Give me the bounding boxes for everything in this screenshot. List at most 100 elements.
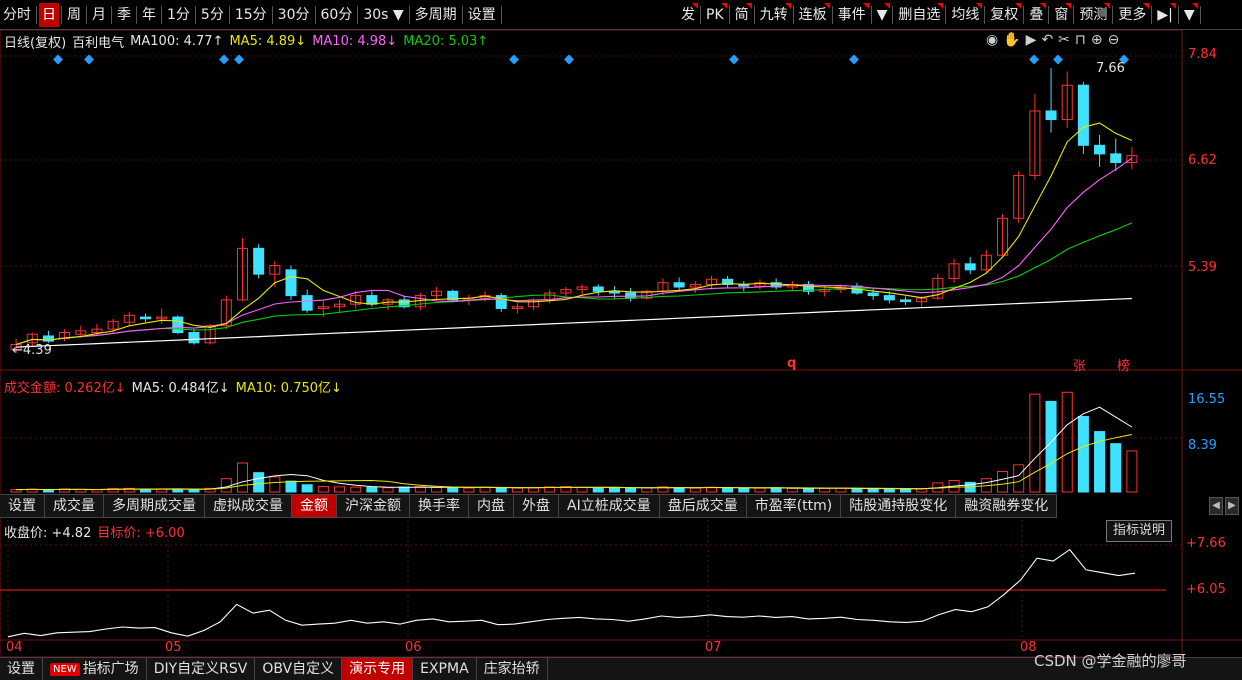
separator [1023, 6, 1025, 24]
tool-button[interactable]: 事件 [835, 3, 869, 27]
period-tab[interactable]: 周 [64, 3, 84, 27]
period-tab[interactable]: 设置 [465, 3, 499, 27]
indicator-tab[interactable]: 市盈率(ttm) [747, 495, 842, 517]
bottom-tab[interactable]: OBV自定义 [255, 658, 343, 680]
bottom-tab[interactable]: DIY自定义RSV [147, 658, 256, 680]
indicator-tab[interactable]: 内盘 [469, 495, 514, 517]
indicator-tab[interactable]: 外盘 [514, 495, 559, 517]
volume-bar [1126, 450, 1138, 493]
period-tab[interactable]: 30s ▼ [360, 3, 406, 27]
separator [408, 5, 410, 24]
tool-button[interactable]: 复权 [987, 3, 1022, 27]
separator [86, 5, 87, 24]
candle-body [673, 282, 685, 288]
volume-bar [382, 487, 394, 493]
bottom-tab[interactable]: 庄家抬轿 [477, 658, 548, 680]
separator [753, 6, 755, 24]
volume-bar [317, 486, 329, 493]
tool-button[interactable]: 更多 [1115, 3, 1150, 27]
indicator-tab[interactable]: AI立桩成交量 [559, 495, 660, 517]
candle-body [253, 247, 265, 275]
separator [314, 5, 316, 24]
bottom-tab-label: 指标广场 [82, 661, 139, 677]
candle-body [867, 292, 879, 297]
tool-button[interactable]: ▼ [1181, 3, 1198, 27]
bottom-tab[interactable]: NEW 指标广场 [43, 658, 147, 680]
period-tab[interactable]: 月 [89, 3, 109, 27]
period-tab[interactable]: 60分 [318, 3, 356, 27]
tool-buttons: 发 PK 简九转 连板 事件 ▼ 删自选 均线 复权叠窗预测 更多 ▶| ▼ [678, 3, 1203, 27]
separator [700, 6, 701, 24]
tool-button[interactable]: 窗 [1051, 3, 1072, 27]
period-tab[interactable]: 分时 [0, 3, 34, 27]
candle-body [592, 286, 604, 292]
tool-button[interactable]: 叠 [1026, 3, 1047, 27]
vol-ma10-label: MA10: 0.750亿↓ [235, 380, 342, 396]
volume-bar [1013, 464, 1025, 493]
period-tab[interactable]: 季 [114, 3, 134, 27]
watermark: CSDN @学金融的廖哥 [1034, 652, 1187, 670]
separator [984, 6, 986, 24]
candle-body [1094, 144, 1106, 155]
indicator-tab[interactable]: 沪深金额 [337, 495, 410, 517]
bang-marker: 榜 [1117, 359, 1131, 374]
tool-button[interactable]: ▶| [1154, 3, 1177, 27]
indicator-tab[interactable]: 多周期成交量 [104, 495, 205, 517]
period-tab[interactable]: 30分 [275, 3, 313, 27]
tool-button[interactable]: 发 [678, 3, 698, 27]
indicator-tab[interactable]: 虚拟成交量 [205, 495, 292, 517]
period-tab[interactable]: 多周期 [412, 3, 460, 27]
indicator-tab[interactable]: 陆股通持股变化 [841, 495, 957, 517]
indicator-tab[interactable]: 盘后成交量 [660, 495, 747, 517]
indicator-tab[interactable]: 换手率 [410, 495, 469, 517]
period-tab[interactable]: 5分 [198, 3, 227, 27]
candle-body [625, 292, 637, 299]
candle-body [900, 299, 912, 303]
chart-canvas[interactable] [0, 30, 1242, 657]
volume-bar [576, 486, 588, 493]
candle-body [964, 263, 976, 271]
separator [831, 6, 833, 24]
price-axis-low: 5.39 [1188, 260, 1217, 275]
indicator-tab[interactable]: 融资融券变化 [956, 495, 1058, 517]
tool-button[interactable]: 简 [732, 3, 752, 27]
volume-bar [495, 487, 507, 493]
indicator-help-button[interactable]: 指标说明 [1106, 520, 1173, 542]
bottom-tab[interactable]: 演示专用 [342, 658, 414, 680]
tool-button[interactable]: 删自选 [895, 3, 944, 27]
tabs-scroll-left[interactable]: ◀ [1209, 497, 1223, 515]
separator [1177, 6, 1179, 24]
high-price-label: 7.66 [1096, 61, 1125, 76]
bottom-tab[interactable]: EXPMA [413, 658, 477, 680]
separator [161, 5, 162, 24]
period-tab[interactable]: 年 [139, 3, 159, 27]
period-tab[interactable]: 15分 [232, 3, 270, 27]
target-price-label: 目标价: +6.00 [97, 525, 185, 541]
volume-bar [431, 486, 443, 493]
low-price-label: ←4.39 [12, 343, 52, 358]
indicator-tab[interactable]: 设置 [0, 495, 45, 517]
tool-button[interactable]: ▼ [874, 3, 891, 27]
tool-button[interactable]: 连板 [796, 3, 830, 27]
period-tab[interactable]: 日 [39, 2, 59, 27]
separator [461, 5, 463, 24]
indicator-tab[interactable]: 金额 [292, 495, 337, 517]
tool-button[interactable]: 九转 [757, 3, 791, 27]
indicator-tab[interactable]: 成交量 [45, 495, 104, 517]
candle-body [301, 295, 313, 311]
bottom-tab[interactable]: 设置 [0, 658, 43, 680]
bottom-tab-label: DIY自定义RSV [153, 661, 248, 677]
tabs-scroll-right[interactable]: ▶ [1225, 497, 1239, 515]
candle-body [139, 316, 151, 320]
separator [61, 5, 62, 24]
separator [1073, 6, 1075, 24]
separator [111, 5, 112, 24]
period-tab[interactable]: 1分 [164, 3, 193, 27]
tool-button[interactable]: 预测 [1076, 3, 1111, 27]
volume-bar [900, 488, 912, 493]
tool-button[interactable]: PK [703, 3, 727, 27]
volume-bar [463, 487, 475, 493]
tool-button[interactable]: 均线 [948, 3, 983, 27]
volume-bar [1110, 443, 1122, 493]
ma10-line [15, 157, 1133, 346]
